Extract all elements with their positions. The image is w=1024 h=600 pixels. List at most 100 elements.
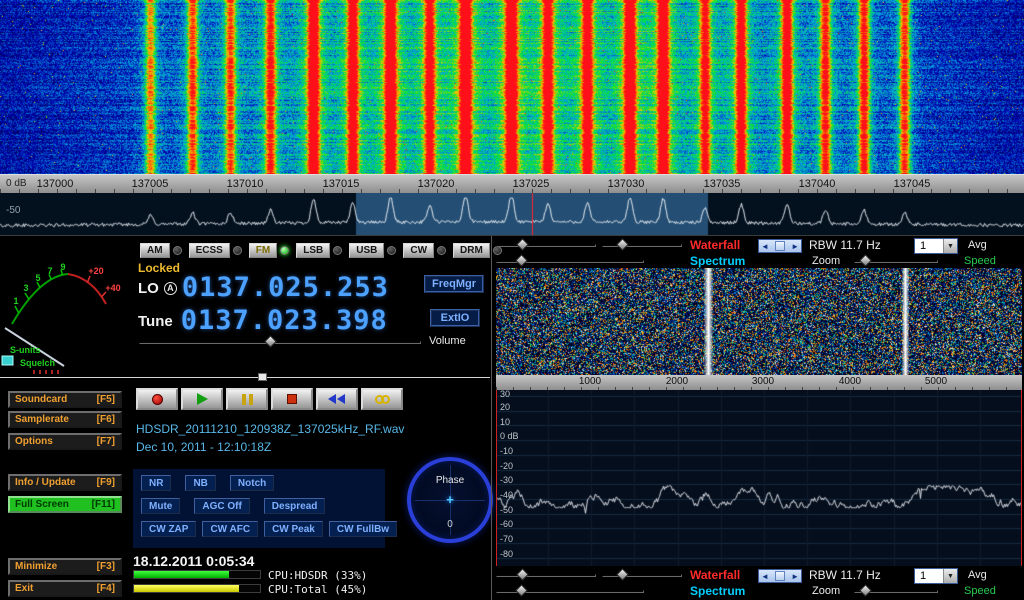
- squelch-indicator[interactable]: [2, 356, 13, 365]
- slider-thumb[interactable]: [616, 238, 629, 251]
- nr-button[interactable]: NR: [141, 475, 171, 491]
- db-label: 20: [500, 402, 510, 412]
- tune-slider-thumb[interactable]: [258, 373, 267, 381]
- play-button[interactable]: [181, 388, 223, 410]
- mute-button[interactable]: Mute: [141, 498, 180, 514]
- scrollbar-thumb[interactable]: [775, 241, 785, 251]
- waterfall-label: Waterfall: [690, 238, 740, 252]
- mode-drm-button[interactable]: DRM: [453, 243, 490, 258]
- mode-ecss[interactable]: ECSS: [189, 243, 242, 258]
- rf-spectrum-display[interactable]: [497, 390, 1021, 566]
- right-arrow-icon[interactable]: ►: [791, 242, 799, 251]
- tune-slider[interactable]: [0, 371, 490, 381]
- avg-label-2: Avg: [968, 569, 987, 581]
- squelch-label: Squelch: [20, 358, 55, 368]
- smeter-tick-7: 7: [47, 266, 52, 276]
- zoom-scrollbar[interactable]: ◄ ►: [758, 239, 802, 253]
- mode-am-button[interactable]: AM: [140, 243, 170, 258]
- waterfall-contrast-slider-2[interactable]: [602, 569, 682, 581]
- mode-am[interactable]: AM: [140, 243, 182, 258]
- avg-select[interactable]: 1 ▼: [914, 238, 958, 254]
- passband-region[interactable]: [356, 193, 708, 235]
- slider-track[interactable]: [496, 574, 596, 577]
- spectrum-range-slider[interactable]: [496, 255, 644, 267]
- tune-frequency-display[interactable]: 0137.023.398: [181, 306, 388, 336]
- mode-usb-button[interactable]: USB: [349, 243, 384, 258]
- stop-button[interactable]: [271, 388, 313, 410]
- soundcard-button[interactable]: Soundcard [F5]: [8, 391, 122, 408]
- minimize-button[interactable]: Minimize [F3]: [8, 558, 122, 575]
- cpu-hdsdr-label: CPU:HDSDR (33%): [268, 569, 367, 582]
- slider-track[interactable]: [602, 574, 682, 577]
- mode-usb[interactable]: USB: [349, 243, 396, 258]
- chevron-down-icon[interactable]: ▼: [943, 239, 957, 253]
- cw-zap-button[interactable]: CW ZAP: [141, 521, 196, 537]
- zoom-slider-2[interactable]: [854, 585, 938, 597]
- tune-slider-track[interactable]: [0, 377, 490, 378]
- slider-thumb[interactable]: [515, 254, 528, 267]
- lo-frequency-display[interactable]: 0137.025.253: [182, 273, 389, 303]
- mode-fm-button[interactable]: FM: [249, 243, 277, 258]
- volume-slider[interactable]: [139, 336, 421, 348]
- frequency-ruler[interactable]: 0 dB 137000 137005 137010 137015 137020 …: [0, 174, 1024, 193]
- record-button[interactable]: [136, 388, 178, 410]
- waterfall-brightness-slider[interactable]: [496, 239, 596, 251]
- cw-afc-button[interactable]: CW AFC: [202, 521, 258, 537]
- despread-button[interactable]: Despread: [264, 498, 326, 514]
- samplerate-button[interactable]: Samplerate [F6]: [8, 411, 122, 428]
- info-update-button[interactable]: Info / Update [F9]: [8, 474, 122, 491]
- left-arrow-icon[interactable]: ◄: [761, 242, 769, 251]
- slider-thumb[interactable]: [515, 584, 528, 597]
- nb-button[interactable]: NB: [185, 475, 215, 491]
- avg-select-2[interactable]: 1 ▼: [914, 568, 958, 584]
- extio-button[interactable]: ExtIO: [430, 309, 480, 327]
- cw-fullbw-button[interactable]: CW FullBw: [329, 521, 397, 537]
- mode-lsb-button[interactable]: LSB: [296, 243, 330, 258]
- zoom-scrollbar-2[interactable]: ◄ ►: [758, 569, 802, 583]
- zoom-slider[interactable]: [854, 255, 938, 267]
- scrollbar-thumb[interactable]: [775, 571, 785, 581]
- left-arrow-icon[interactable]: ◄: [761, 572, 769, 581]
- mode-cw[interactable]: CW: [403, 243, 446, 258]
- phase-center-icon: +: [446, 492, 454, 507]
- record-icon: [152, 394, 163, 405]
- options-button[interactable]: Options [F7]: [8, 433, 122, 450]
- rewind-button[interactable]: [316, 388, 358, 410]
- slider-track[interactable]: [496, 244, 596, 247]
- lo-auto-badge[interactable]: A: [164, 282, 177, 295]
- volume-slider-thumb[interactable]: [264, 335, 277, 348]
- rf-waterfall-display[interactable]: [496, 268, 1022, 375]
- loop-button[interactable]: [361, 388, 403, 410]
- slider-thumb[interactable]: [516, 568, 529, 581]
- db-label: 10: [500, 417, 510, 427]
- pause-button[interactable]: [226, 388, 268, 410]
- mode-fm[interactable]: FM: [249, 243, 289, 258]
- freq-label: 137010: [227, 178, 264, 190]
- mode-ecss-button[interactable]: ECSS: [189, 243, 230, 258]
- exit-button[interactable]: Exit [F4]: [8, 580, 122, 597]
- mode-lsb[interactable]: LSB: [296, 243, 342, 258]
- mode-lsb-led-icon: [333, 246, 342, 255]
- right-arrow-icon[interactable]: ►: [791, 572, 799, 581]
- main-waterfall-display[interactable]: [0, 0, 1024, 174]
- slider-track[interactable]: [602, 244, 682, 247]
- waterfall-contrast-slider[interactable]: [602, 239, 682, 251]
- agc-button[interactable]: AGC Off: [194, 498, 249, 514]
- notch-button[interactable]: Notch: [230, 475, 274, 491]
- mode-ecss-led-icon: [233, 246, 242, 255]
- waterfall-brightness-slider-2[interactable]: [496, 569, 596, 581]
- slider-thumb[interactable]: [859, 584, 872, 597]
- slider-thumb[interactable]: [516, 238, 529, 251]
- main-panel: 1 3 5 7 9 +20 +40 S-units Squelch Soundc…: [0, 235, 1024, 600]
- chevron-down-icon[interactable]: ▼: [943, 569, 957, 583]
- smeter-tick-1: 1: [13, 296, 18, 306]
- volume-slider-track[interactable]: [139, 341, 421, 344]
- fullscreen-button[interactable]: Full Screen [F11]: [8, 496, 122, 513]
- slider-thumb[interactable]: [859, 254, 872, 267]
- freqmgr-button[interactable]: FreqMgr: [424, 275, 484, 293]
- cw-peak-button[interactable]: CW Peak: [264, 521, 323, 537]
- mode-cw-button[interactable]: CW: [403, 243, 434, 258]
- slider-thumb[interactable]: [616, 568, 629, 581]
- spectrum-range-slider-2[interactable]: [496, 585, 644, 597]
- rf-frequency-ruler[interactable]: 1000 2000 3000 4000 5000: [496, 375, 1022, 390]
